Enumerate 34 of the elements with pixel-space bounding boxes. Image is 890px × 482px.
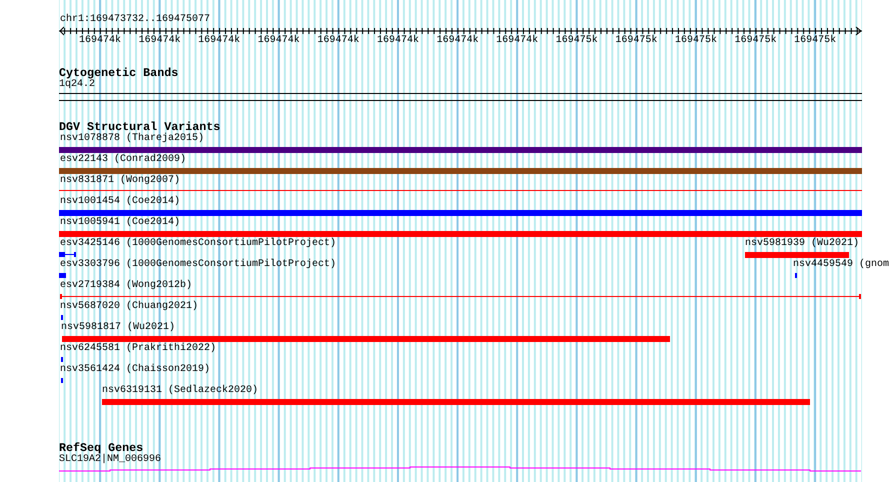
variant-label: nsv6245581 (Prakrithi2022)	[60, 343, 216, 355]
ruler-tick-label: 169474k	[317, 35, 360, 47]
variant-label: nsv3561424 (Chaisson2019)	[60, 364, 210, 376]
variant-label: nsv1078878 (Thareja2015)	[60, 133, 204, 145]
variant-label: nsv6319131 (Sedlazeck2020)	[102, 385, 258, 397]
gene-label: SLC19A2|NM_006996	[59, 454, 162, 466]
track-title: RefSeq Genes	[59, 442, 144, 454]
band-label: 1q24.2	[59, 79, 96, 91]
ruler-tick-label: 169474k	[198, 35, 240, 47]
variant-label: nsv5981817 (Wu2021)	[61, 322, 176, 334]
ruler-tick-label: 169475k	[734, 35, 777, 47]
ruler-tick-label: 169475k	[675, 35, 717, 47]
variant-label: esv3425146 (1000GenomesConsortiumPilotProject)	[60, 238, 336, 250]
variant-label: esv22143 (Conrad2009)	[60, 154, 186, 166]
track-title: DGV Structural Variants	[59, 121, 220, 133]
variant-label: nsv1005941 (Coe2014)	[60, 217, 180, 229]
variant-label: nsv4459549 (gnom	[793, 259, 890, 271]
variant-label: nsv5687020 (Chuang2021)	[60, 301, 198, 313]
track-title: Cytogenetic Bands	[59, 67, 178, 79]
ruler-tick-label: 169474k	[436, 35, 479, 47]
ruler-tick-label: 169474k	[258, 35, 300, 47]
variant-label: esv3303796 (1000GenomesConsortiumPilotProject)	[60, 259, 336, 271]
ruler-tick-label: 169475k	[794, 35, 836, 47]
ruler-tick-label: 169474k	[138, 35, 181, 47]
variant-label: nsv1001454 (Coe2014)	[60, 196, 180, 208]
ruler-tick-label: 169474k	[496, 35, 538, 47]
ruler-tick-label: 169475k	[556, 35, 598, 47]
variant-label: nsv5981939 (Wu2021)	[745, 238, 860, 250]
variant-label: esv2719384 (Wong2012b)	[60, 280, 192, 292]
ruler-tick-label: 169474k	[377, 35, 419, 47]
ruler-tick-label: 169475k	[615, 35, 658, 47]
variant-label: nsv831871 (Wong2007)	[60, 175, 180, 187]
ruler-tick-label: 169474k	[79, 35, 121, 47]
location-label: chr1:169473732..169475077	[60, 14, 210, 26]
